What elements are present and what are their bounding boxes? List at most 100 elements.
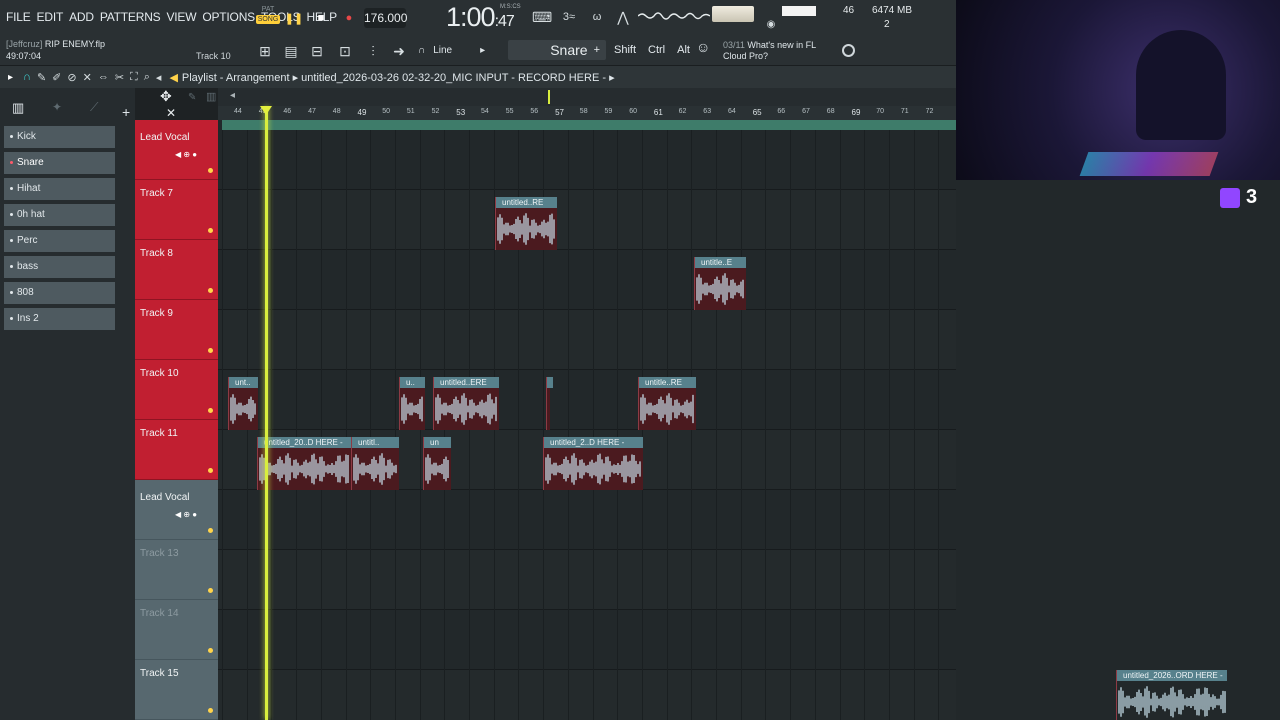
picker-item[interactable]: 808 xyxy=(4,282,115,304)
record-icon[interactable]: ● xyxy=(341,10,357,26)
delete-tool-icon[interactable]: ⊘ xyxy=(67,71,76,84)
scroll-thumb[interactable] xyxy=(548,90,550,104)
clip-header[interactable]: untitled_2..D HERE - xyxy=(544,437,643,448)
tempo-display[interactable]: 176.000 xyxy=(364,8,407,28)
track-led[interactable] xyxy=(208,408,213,413)
keyboard-icon[interactable]: ⌨ xyxy=(532,8,552,26)
track-led[interactable] xyxy=(208,708,213,713)
picker-item[interactable]: Hihat xyxy=(4,178,115,200)
track-header[interactable]: Lead Vocal ◀ ⊕ ● xyxy=(135,480,218,540)
picker-item[interactable]: Perc xyxy=(4,230,115,252)
globe-icon[interactable] xyxy=(842,44,855,57)
track-controls[interactable]: ◀ ⊕ ● xyxy=(175,510,197,519)
ctrl-key[interactable]: Ctrl xyxy=(648,44,665,56)
menu-options[interactable]: OPTIONS xyxy=(202,10,255,24)
pat-song-toggle[interactable]: PAT SONG xyxy=(256,6,280,30)
track-lane[interactable] xyxy=(218,610,956,670)
snap-selector[interactable]: ∩ Line ▸ xyxy=(418,42,504,58)
audio-clip[interactable]: untitle..E xyxy=(694,257,746,310)
track-header[interactable]: Track 11 xyxy=(135,420,218,480)
track-header[interactable]: Track 14 xyxy=(135,600,218,660)
track-led[interactable] xyxy=(208,468,213,473)
add-icon[interactable]: + xyxy=(122,104,130,120)
track-lane[interactable] xyxy=(218,370,956,430)
grid-icon[interactable]: ▥ xyxy=(206,90,216,103)
track-led[interactable] xyxy=(208,588,213,593)
shift-key[interactable]: Shift xyxy=(614,44,636,56)
pause-icon[interactable]: ❚❚ xyxy=(285,10,303,26)
track-led[interactable] xyxy=(208,348,213,353)
news-panel[interactable]: ☺ 03/11 What's new in FL Cloud Pro? xyxy=(696,40,816,62)
horizontal-scrollbar[interactable]: ◂ xyxy=(218,88,956,106)
audio-clip[interactable]: untitl.. xyxy=(351,437,399,490)
playback-tool-icon[interactable]: ◂ xyxy=(156,71,162,84)
clip-header[interactable]: untitle..RE xyxy=(639,377,696,388)
track-lane[interactable] xyxy=(218,310,956,370)
audio-clip[interactable]: un xyxy=(423,437,451,490)
plus-icon[interactable]: + xyxy=(594,44,600,56)
track-led[interactable] xyxy=(208,168,213,173)
draw-tool-icon[interactable]: ✎ xyxy=(37,71,46,84)
track-lane[interactable] xyxy=(218,490,956,550)
browser-icon[interactable]: ⊡ xyxy=(336,42,354,60)
channel-rack-icon[interactable]: ▤ xyxy=(282,42,300,60)
audio-clip[interactable]: untitled_20..D HERE - xyxy=(257,437,351,490)
clip-header[interactable]: u.. xyxy=(400,377,425,388)
audio-clip[interactable] xyxy=(546,377,553,430)
playhead-marker[interactable] xyxy=(260,106,272,115)
eye-icon[interactable]: ◉ xyxy=(762,16,780,34)
piano-icon[interactable]: ▥ xyxy=(12,100,24,116)
slip-tool-icon[interactable]: ⇔ xyxy=(98,71,109,84)
track-controls[interactable]: ◀ ⊕ ● xyxy=(175,150,197,159)
track-header[interactable]: Track 10 xyxy=(135,360,218,420)
track-lane[interactable] xyxy=(218,190,956,250)
audio-clip[interactable]: untitle..RE xyxy=(638,377,696,430)
magnet-tool-icon[interactable]: ∩ xyxy=(23,71,31,84)
piano-roll-icon[interactable]: ⊟ xyxy=(308,42,326,60)
mute-tool-icon[interactable]: ✕ xyxy=(83,71,92,84)
audio-clip[interactable]: untitled_2..D HERE - xyxy=(543,437,643,490)
clip-header[interactable]: untitl.. xyxy=(352,437,399,448)
clip-header[interactable]: unt.. xyxy=(229,377,258,388)
playhead[interactable] xyxy=(265,106,268,720)
menu-add[interactable]: ADD xyxy=(69,10,94,24)
select-tool-icon[interactable]: ⛶ xyxy=(130,71,138,84)
mixer-icon[interactable]: ⫶ xyxy=(364,42,382,60)
picker-item[interactable]: Ins 2 xyxy=(4,308,115,330)
paint-tool-icon[interactable]: ✐ xyxy=(52,71,61,84)
clip-header[interactable]: untitled..ERE xyxy=(434,377,499,388)
menu-file[interactable]: FILE xyxy=(6,10,31,24)
track-led[interactable] xyxy=(208,228,213,233)
track-header[interactable]: Track 13 xyxy=(135,540,218,600)
track-header[interactable]: Track 8 xyxy=(135,240,218,300)
audio-clip[interactable]: untitled..RE xyxy=(495,197,557,250)
slice-tool-icon[interactable]: ✂ xyxy=(115,71,124,84)
track-lane[interactable] xyxy=(218,130,956,190)
playlist-icon[interactable]: ⊞ xyxy=(256,42,274,60)
track-lane[interactable] xyxy=(218,670,956,720)
audio-clip[interactable]: untitled_2026..ORD HERE - xyxy=(1116,670,1227,720)
clip-header[interactable]: untitled_20..D HERE - xyxy=(258,437,351,448)
timeline-ruler[interactable]: 44 45 46 47 48 49 50 51 52 53 54 55 56 57 58 59 60 61 62 63… xyxy=(218,106,956,120)
picker-item[interactable]: Snare xyxy=(4,152,115,174)
alt-key[interactable]: Alt xyxy=(677,44,690,56)
crosshair-icon[interactable]: ✥ xyxy=(160,88,172,105)
close-icon[interactable]: ✕ xyxy=(166,106,176,120)
track-led[interactable] xyxy=(208,528,213,533)
audio-clip[interactable]: u.. xyxy=(399,377,425,430)
picker-item[interactable]: bass xyxy=(4,256,115,278)
menu-patterns[interactable]: PATTERNS xyxy=(100,10,161,24)
picker-item[interactable]: Kick xyxy=(4,126,115,148)
channel-selector[interactable]: Snare + xyxy=(508,40,606,60)
loop-region[interactable] xyxy=(222,120,956,130)
track-header[interactable]: Lead Vocal ◀ ⊕ ● xyxy=(135,120,218,180)
clip-header[interactable]: untitle..E xyxy=(695,257,746,268)
track-lane[interactable] xyxy=(218,250,956,310)
audio-clip[interactable]: untitled..ERE xyxy=(433,377,499,430)
picker-item[interactable]: 0h hat xyxy=(4,204,115,226)
clip-header[interactable]: untitled_2026..ORD HERE - xyxy=(1117,670,1227,681)
audio-icon[interactable]: ⟋ xyxy=(90,100,98,115)
audio-clip[interactable]: unt.. xyxy=(228,377,258,430)
track-lane[interactable] xyxy=(218,550,956,610)
automation-icon[interactable]: ✦ xyxy=(52,100,62,114)
